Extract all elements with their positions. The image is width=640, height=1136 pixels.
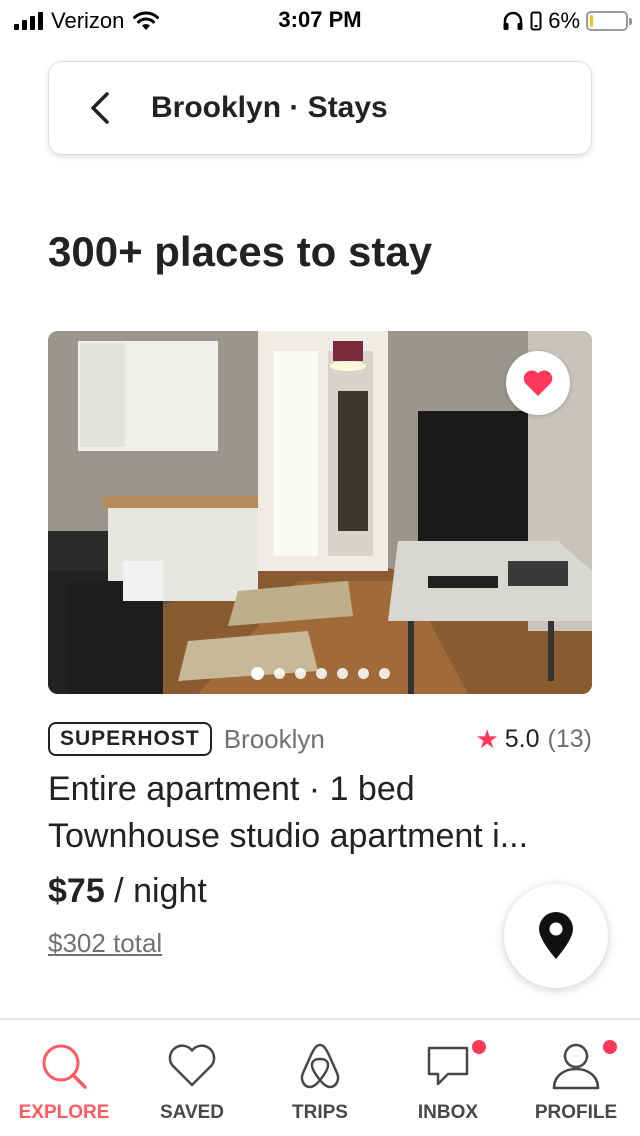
tab-saved[interactable]: SAVED (128, 1020, 256, 1136)
user-icon (552, 1043, 600, 1090)
chevron-left-icon (91, 92, 109, 124)
listing-name[interactable]: Townhouse studio apartment i... (48, 817, 588, 856)
tab-label-explore: EXPLORE (18, 1102, 110, 1123)
listing-photo[interactable] (48, 331, 592, 694)
rating-value: 5.0 (504, 724, 540, 753)
rotation-lock-icon (530, 11, 542, 31)
message-icon (427, 1046, 469, 1086)
photo-pagination[interactable] (48, 667, 592, 680)
tab-explore[interactable]: EXPLORE (0, 1020, 128, 1136)
search-icon (42, 1044, 87, 1089)
photo-dot[interactable] (294, 668, 306, 679)
map-button[interactable] (504, 884, 608, 988)
photo-dot[interactable] (357, 668, 369, 679)
favorite-button[interactable] (506, 351, 570, 415)
back-button[interactable] (49, 61, 151, 155)
map-pin-icon (539, 912, 573, 959)
photo-dot[interactable] (250, 667, 264, 680)
photo-dot[interactable] (378, 668, 390, 679)
tab-label-saved: SAVED (159, 1102, 225, 1123)
header-title: Brooklyn · Stays (151, 91, 388, 124)
listing-location: Brooklyn (223, 723, 325, 754)
battery-level (590, 15, 593, 27)
photo-dot[interactable] (336, 668, 348, 679)
battery-icon (586, 11, 632, 31)
listing-meta: SUPERHOST Brooklyn ★ 5.0 (13) (48, 720, 592, 758)
bottom-tab-bar: EXPLORE SAVED TRIPS INBOX PROFILE (0, 1018, 640, 1136)
photo-dot[interactable] (273, 668, 285, 679)
tab-inbox[interactable]: INBOX (384, 1020, 512, 1136)
airbnb-logo-icon (300, 1043, 340, 1089)
tab-trips[interactable]: TRIPS (256, 1020, 384, 1136)
inbox-notification-badge (472, 1040, 486, 1054)
listing-rating: ★ 5.0 (13) (475, 724, 592, 755)
photo-dot[interactable] (315, 668, 327, 679)
headphones-icon (503, 11, 523, 30)
listing-type[interactable]: Entire apartment · 1 bed (48, 770, 415, 809)
status-bar: Verizon 3:07 PM 6% (0, 0, 640, 40)
battery-percent: 6% (548, 8, 580, 33)
price-row: $75 / night (48, 872, 207, 911)
tab-label-trips: TRIPS (292, 1102, 348, 1123)
heart-filled-icon (523, 370, 553, 396)
star-icon: ★ (475, 723, 499, 754)
tab-profile[interactable]: PROFILE (512, 1020, 640, 1136)
heart-icon (168, 1044, 216, 1087)
status-right: 6% (502, 8, 632, 34)
search-header[interactable]: Brooklyn · Stays (48, 61, 592, 155)
tab-label-inbox: INBOX (417, 1102, 479, 1123)
superhost-badge: SUPERHOST (48, 722, 212, 756)
nightly-price: $75 (48, 872, 105, 910)
results-title: 300+ places to stay (48, 228, 433, 275)
price-suffix: / night (104, 872, 207, 910)
total-price-link[interactable]: $302 total (48, 928, 162, 959)
profile-notification-badge (603, 1040, 617, 1054)
review-count: (13) (547, 724, 592, 753)
tab-label-profile: PROFILE (534, 1102, 618, 1123)
